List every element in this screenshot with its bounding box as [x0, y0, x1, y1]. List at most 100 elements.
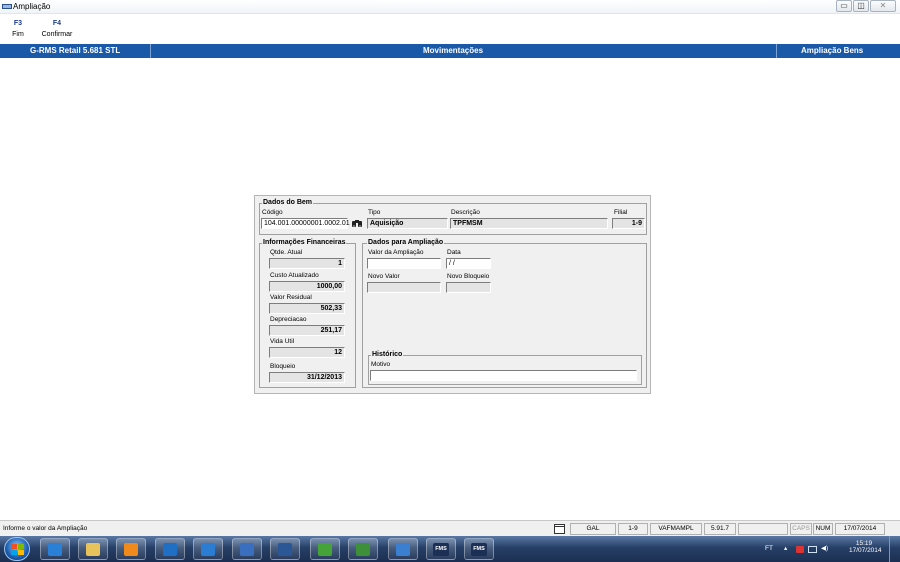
globe-icon	[396, 543, 410, 556]
taskbar-button[interactable]	[40, 538, 70, 560]
app-icon	[2, 4, 12, 9]
data-label: Data	[447, 249, 461, 256]
module-title: Movimentações	[423, 46, 484, 55]
status-message: Informe o valor da Ampliação	[3, 525, 88, 532]
group-title: Histórico	[371, 351, 404, 359]
tipo-label: Tipo	[368, 209, 381, 216]
descricao-label: Descrição	[451, 209, 480, 216]
tray-network-icon[interactable]	[808, 546, 817, 553]
taskbar-button[interactable]	[78, 538, 108, 560]
taskbar-button[interactable]	[193, 538, 223, 560]
close-button[interactable]: ✕	[870, 0, 896, 12]
tray-volume-icon[interactable]: ◀)	[821, 544, 828, 552]
tipo-field: Aquisição	[367, 218, 448, 229]
status-user: GAL	[570, 523, 616, 535]
fms-icon: FMS	[471, 543, 487, 556]
app-green-icon	[318, 543, 332, 556]
maximize-button[interactable]: ◫	[853, 0, 869, 12]
taskbar-button[interactable]: FMS	[426, 538, 456, 560]
tray-language[interactable]: FT	[765, 545, 773, 552]
residual-field: 502,33	[269, 303, 345, 314]
fkey-code: F3	[13, 20, 23, 27]
codigo-field[interactable]: 104.001.00000001.0002.01	[261, 218, 350, 229]
word-icon	[278, 543, 292, 556]
depreciacao-label: Depreciacao	[270, 316, 307, 323]
taskbar-button[interactable]	[388, 538, 418, 560]
taskbar-button[interactable]	[310, 538, 340, 560]
novo-valor-field	[367, 282, 441, 293]
qtde-label: Qtde. Atual	[270, 249, 303, 256]
status-filial: 1-9	[618, 523, 648, 535]
custo-label: Custo Atualizado	[270, 272, 319, 279]
tray-arrow-icon[interactable]: ▴	[784, 544, 787, 552]
taskbar-button[interactable]	[348, 538, 378, 560]
form-panel: Dados do Bem Código 104.001.00000001.000…	[254, 195, 651, 394]
app-header: G-RMS Retail 5.681 STL Movimentações Amp…	[0, 44, 900, 58]
bloqueio-field: 31/12/2013	[269, 372, 345, 383]
fkey-label: Confirmar	[41, 31, 73, 38]
taskbar: FMS FMS FT ▴ ◀) 15:19 17/07/2014	[0, 536, 900, 562]
residual-label: Valor Residual	[270, 294, 312, 301]
header-divider	[776, 44, 777, 58]
folder-icon	[86, 543, 100, 556]
custo-field: 1000,00	[269, 281, 345, 292]
app-stack-icon	[356, 543, 370, 556]
lync-icon	[201, 543, 215, 556]
status-empty	[738, 523, 788, 535]
bloqueio-label: Bloqueio	[270, 363, 296, 370]
codigo-label: Código	[262, 209, 283, 216]
tray-clock[interactable]: 15:19 17/07/2014	[849, 540, 882, 554]
motivo-label: Motivo	[371, 361, 391, 368]
fkey-confirmar-button[interactable]: F4 Confirmar	[38, 18, 76, 39]
vida-util-field: 12	[269, 347, 345, 358]
window-title: Ampliação	[13, 2, 51, 11]
fkey-label: Fim	[12, 31, 24, 38]
taskbar-button[interactable]	[232, 538, 262, 560]
novo-bloqueio-label: Novo Bloqueio	[447, 273, 490, 280]
status-program: VAFMAMPL	[650, 523, 702, 535]
status-num: NUM	[813, 523, 833, 535]
show-desktop-button[interactable]	[889, 536, 900, 562]
qtde-field: 1	[269, 258, 345, 269]
infinity-icon	[240, 543, 254, 556]
filial-label: Filial	[614, 209, 628, 216]
taskbar-button[interactable]	[270, 538, 300, 560]
media-player-icon	[124, 543, 138, 556]
clock-time: 15:19	[855, 540, 873, 547]
group-title: Informações Financeiras	[262, 239, 347, 247]
novo-valor-label: Novo Valor	[368, 273, 400, 280]
fms-icon: FMS	[433, 543, 449, 556]
motivo-input[interactable]	[370, 370, 637, 381]
status-caps: CAPS	[790, 523, 812, 535]
taskbar-button[interactable]: FMS	[464, 538, 494, 560]
window-titlebar: Ampliação ▭ ◫ ✕	[0, 0, 900, 14]
taskbar-button[interactable]	[155, 538, 185, 560]
novo-bloqueio-field	[446, 282, 491, 293]
document-icon	[554, 524, 565, 534]
start-button[interactable]	[4, 537, 30, 561]
header-divider	[150, 44, 151, 58]
status-bar: Informe o valor da Ampliação GAL 1-9 VAF…	[0, 520, 900, 536]
fkey-fim-button[interactable]: F3 Fim	[6, 18, 30, 39]
status-version: 5.91.7	[704, 523, 736, 535]
clock-date: 17/07/2014	[849, 547, 882, 554]
app-name: G-RMS Retail 5.681 STL	[30, 46, 121, 55]
taskbar-button[interactable]	[116, 538, 146, 560]
group-title: Dados do Bem	[262, 199, 314, 207]
tray-flag-icon[interactable]	[796, 546, 804, 553]
outlook-icon	[163, 543, 177, 556]
descricao-field: TPFMSM	[450, 218, 608, 229]
fkey-code: F4	[52, 20, 62, 27]
group-title: Dados para Ampliação	[367, 239, 445, 247]
vida-util-label: Vida Util	[270, 338, 295, 345]
valor-ampliacao-label: Valor da Ampliação	[368, 249, 424, 256]
binoculars-icon[interactable]	[351, 219, 363, 228]
filial-field: 1-9	[612, 218, 645, 229]
screen-title: Ampliação Bens	[801, 46, 864, 55]
valor-ampliacao-input[interactable]	[367, 258, 441, 269]
status-date: 17/07/2014	[835, 523, 885, 535]
data-input[interactable]: / /	[446, 258, 491, 269]
depreciacao-field: 251,17	[269, 325, 345, 336]
windows-logo-icon	[11, 544, 24, 555]
minimize-button[interactable]: ▭	[836, 0, 852, 12]
